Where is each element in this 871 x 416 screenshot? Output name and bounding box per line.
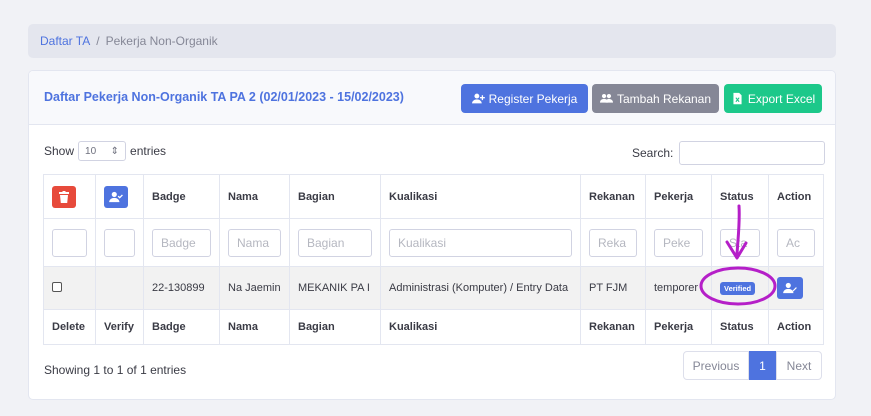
- breadcrumb-separator: /: [96, 34, 100, 48]
- filter-bagian-input[interactable]: Bagian: [298, 228, 372, 257]
- file-excel-icon: [733, 92, 742, 105]
- footer-kualikasi: Kualikasi: [380, 309, 581, 345]
- card-title: Daftar Pekerja Non-Organik TA PA 2 (02/0…: [44, 90, 404, 104]
- filter-rekanan-input[interactable]: Reka: [589, 228, 637, 257]
- pagination-previous[interactable]: Previous: [683, 351, 749, 380]
- entries-label: entries: [130, 144, 167, 158]
- filter-nama-input[interactable]: Nama: [228, 228, 281, 257]
- filter-cell-verify: [95, 218, 144, 267]
- cell-nama: Na Jaemin: [219, 266, 290, 310]
- filter-cell-badge: Badge: [143, 218, 220, 267]
- filter-cell-pekerja: Peke: [645, 218, 712, 267]
- filter-badge-input[interactable]: Badge: [152, 228, 211, 257]
- card-header: Daftar Pekerja Non-Organik TA PA 2 (02/0…: [29, 71, 835, 125]
- footer-badge: Badge: [143, 309, 220, 345]
- cell-rekanan: PT FJM: [580, 266, 646, 310]
- breadcrumb-link-daftar-ta[interactable]: Daftar TA: [40, 34, 90, 48]
- filter-delete-input[interactable]: [52, 228, 87, 257]
- tambah-rekanan-button[interactable]: Tambah Rekanan: [592, 84, 719, 113]
- breadcrumb: Daftar TA / Pekerja Non-Organik: [28, 24, 836, 58]
- export-excel-button[interactable]: Export Excel: [724, 84, 822, 113]
- filter-cell-rekanan: Reka: [580, 218, 646, 267]
- header-badge[interactable]: Badge: [143, 174, 220, 219]
- verify-selected-button[interactable]: [104, 185, 128, 208]
- workers-table: Badge Nama Bagian Kualikasi Rekanan Peke…: [43, 174, 824, 345]
- footer-status: Status: [711, 309, 769, 345]
- pagination-page-1[interactable]: 1: [749, 351, 776, 380]
- show-entries: Show 10 ⇕ entries: [44, 141, 166, 161]
- pagination: Previous 1 Next: [683, 351, 822, 380]
- pagination-next[interactable]: Next: [776, 351, 822, 380]
- table-footer-row: Delete Verify Badge Nama Bagian Kualikas…: [43, 309, 824, 345]
- filter-cell-action: Ac: [768, 218, 824, 267]
- filter-kualikasi-input[interactable]: Kualikasi: [389, 228, 572, 257]
- cell-status: Verified: [711, 266, 769, 310]
- register-pekerja-label: Register Pekerja: [488, 91, 578, 106]
- verify-all-header: [95, 174, 144, 219]
- footer-delete: Delete: [43, 309, 96, 345]
- filter-row: Badge Nama Bagian Kualikasi Reka Peke St…: [43, 218, 824, 267]
- footer-nama: Nama: [219, 309, 290, 345]
- header-rekanan[interactable]: Rekanan: [580, 174, 646, 219]
- row-verify-cell: [95, 266, 144, 310]
- search-label: Search:: [632, 146, 674, 160]
- filter-cell-delete: [43, 218, 96, 267]
- user-check-icon: [109, 191, 123, 202]
- workers-card: Daftar Pekerja Non-Organik TA PA 2 (02/0…: [28, 70, 836, 400]
- search-input[interactable]: [679, 141, 826, 165]
- filter-action-input[interactable]: Ac: [777, 228, 815, 257]
- footer-bagian: Bagian: [289, 309, 381, 345]
- cell-pekerja: temporer: [645, 266, 712, 310]
- row-checkbox[interactable]: [52, 281, 62, 292]
- footer-action: Action: [768, 309, 824, 345]
- filter-cell-kualikasi: Kualikasi: [380, 218, 581, 267]
- cell-bagian: MEKANIK PA I: [289, 266, 381, 310]
- sort-arrows-icon: ⇕: [110, 145, 120, 157]
- filter-cell-bagian: Bagian: [289, 218, 381, 267]
- filter-status-input[interactable]: Sta: [720, 228, 760, 257]
- entries-select-value: 10: [85, 145, 97, 157]
- footer-pekerja: Pekerja: [645, 309, 712, 345]
- user-edit-icon: [783, 282, 797, 294]
- cell-badge: 22-130899: [143, 266, 220, 310]
- users-icon: [599, 93, 613, 103]
- cell-action: [768, 266, 824, 310]
- table-header-row: Badge Nama Bagian Kualikasi Rekanan Peke…: [43, 174, 824, 219]
- filter-cell-nama: Nama: [219, 218, 290, 267]
- filter-cell-status: Sta: [711, 218, 769, 267]
- delete-selected-button[interactable]: [52, 185, 76, 208]
- footer-verify: Verify: [95, 309, 144, 345]
- table-row: 22-130899 Na Jaemin MEKANIK PA I Adminis…: [43, 266, 824, 310]
- filter-verify-input[interactable]: [104, 228, 135, 257]
- header-action[interactable]: Action: [768, 174, 824, 219]
- export-excel-label: Export Excel: [747, 91, 816, 106]
- edit-worker-button[interactable]: [777, 277, 803, 299]
- row-select-cell: [43, 266, 96, 310]
- header-bagian[interactable]: Bagian: [289, 174, 381, 219]
- table-controls: Show 10 ⇕ entries Search:: [29, 125, 835, 177]
- register-pekerja-button[interactable]: Register Pekerja: [461, 84, 588, 113]
- header-nama[interactable]: Nama: [219, 174, 290, 219]
- breadcrumb-current: Pekerja Non-Organik: [105, 34, 218, 48]
- cell-kualikasi: Administrasi (Komputer) / Entry Data: [380, 266, 581, 310]
- tambah-rekanan-label: Tambah Rekanan: [616, 91, 712, 106]
- status-badge: Verified: [720, 281, 756, 295]
- search-area: Search:: [632, 141, 826, 165]
- footer-rekanan: Rekanan: [580, 309, 646, 345]
- table-info: Showing 1 to 1 of 1 entries: [44, 363, 187, 377]
- delete-all-header: [43, 174, 96, 219]
- entries-select[interactable]: 10 ⇕: [78, 141, 127, 161]
- show-label: Show: [44, 144, 75, 158]
- header-status[interactable]: Status: [711, 174, 769, 219]
- filter-pekerja-input[interactable]: Peke: [654, 228, 703, 257]
- header-pekerja[interactable]: Pekerja: [645, 174, 712, 219]
- user-plus-icon: [471, 93, 485, 104]
- header-kualikasi[interactable]: Kualikasi: [380, 174, 581, 219]
- trash-icon: [59, 190, 69, 203]
